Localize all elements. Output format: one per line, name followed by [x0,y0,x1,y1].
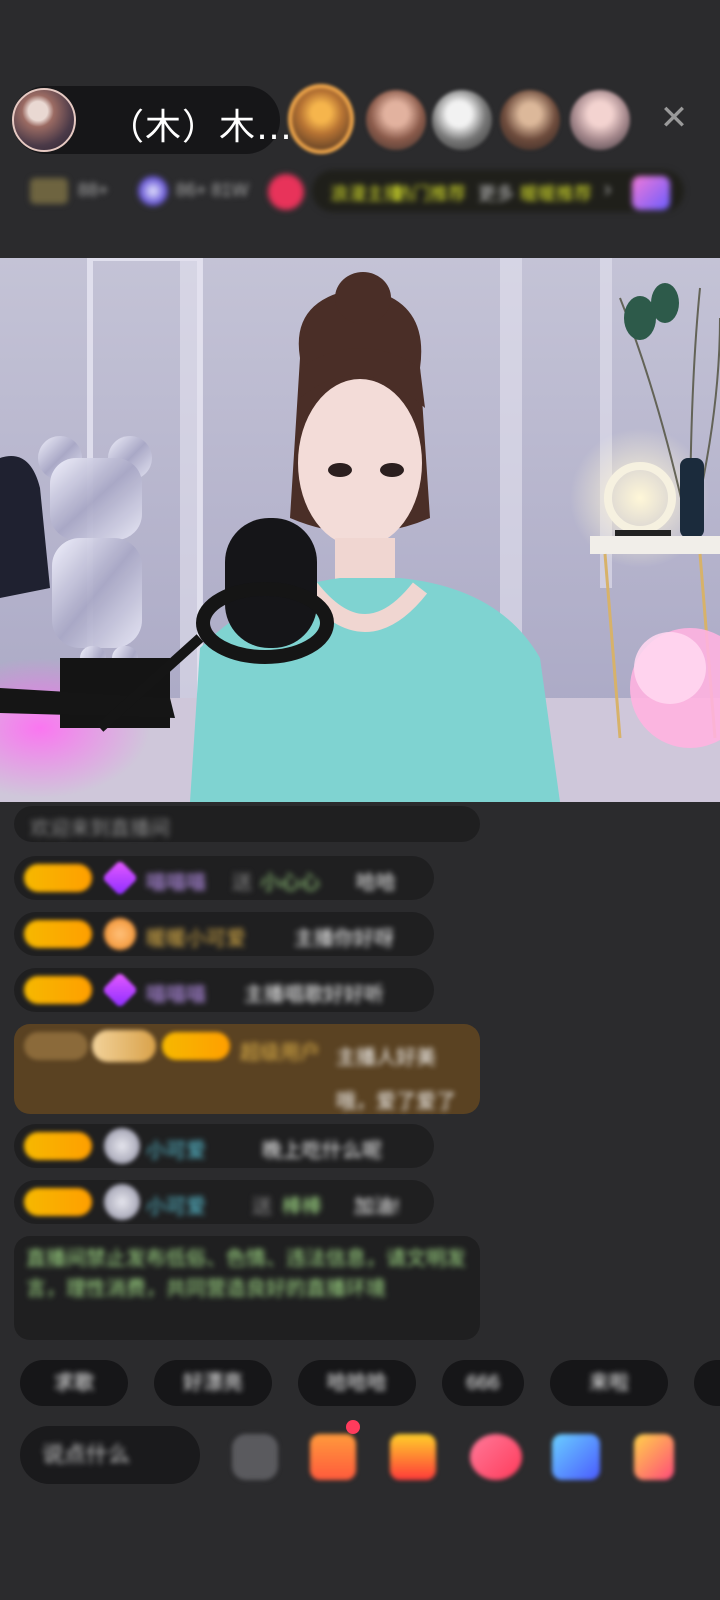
vip-badge [24,920,92,948]
chat-target: 小心心 [260,872,320,894]
orange-gem-icon [104,918,136,950]
chat-input[interactable]: 说点什么 [20,1426,200,1484]
fan-badge [24,1188,92,1216]
follow-icon[interactable] [268,174,304,210]
fan-badge [24,864,92,892]
chat-target: 棒棒 [282,1196,322,1218]
tag-3[interactable]: 更多 [478,180,514,206]
top-viewer-avatar-2[interactable] [366,90,426,150]
hot-icon [138,176,168,206]
gift-icon[interactable] [632,176,670,210]
user-avatar-icon [104,1184,140,1220]
emoji-icon[interactable] [232,1434,278,1480]
chat-text: 加油! [354,1196,400,1218]
quick-reply-chip-partial[interactable] [694,1360,720,1406]
chat-text: 主播人好美哦，爱了爱了 [336,1047,456,1113]
chat-username[interactable]: 喵喵喵 [146,866,206,895]
level-icon [24,1032,88,1060]
tag-4[interactable]: 暖暖推荐 [520,180,592,206]
top-viewer-avatar-3[interactable] [432,90,492,150]
close-icon[interactable]: ✕ [656,100,692,136]
tag-1[interactable]: 浪漫主播 [330,180,402,206]
heart-icon[interactable] [470,1434,522,1480]
chat-text: 主播唱歌好好听 [244,984,384,1006]
quick-reply-chip[interactable]: 哈哈哈 [298,1360,416,1406]
tag-2[interactable]: 热门推荐 [394,180,466,206]
chat-username[interactable]: 超级用户 [240,1036,320,1065]
host-avatar[interactable] [12,88,76,152]
chat-system-text: 欢迎来到直播间 [30,818,170,840]
chat-text: 主播你好呀 [294,928,394,950]
room-info-row: 88+ 86+ 81W 浪漫主播 热门推荐 更多 暖暖推荐 › [0,166,720,222]
announcement-text: 直播间禁止发布低俗、色情、违法信息，请文明发言，理性消费，共同营造良好的直播环境 [26,1248,466,1300]
treasure-icon[interactable] [634,1434,674,1480]
chat-action: 送 [232,872,252,894]
vip-badge [162,1032,230,1060]
rank-badge[interactable] [30,178,68,204]
host-name[interactable]: （木）木… [108,98,293,150]
hot-text: 86+ 81W [176,180,249,200]
quick-reply-chip[interactable]: 来啦 [550,1360,668,1406]
game-icon[interactable] [552,1434,600,1480]
chat-text: 哈哈 [356,872,396,894]
chat-action: 送 [252,1196,272,1218]
user-avatar-icon [104,1128,140,1164]
tag-more[interactable]: › [604,176,611,202]
quick-reply-chip[interactable]: 666 [442,1360,524,1406]
quick-reply-chip[interactable]: 求歌 [20,1360,128,1406]
rank-text: 88+ [78,180,109,200]
gift-box-icon[interactable] [310,1434,356,1480]
chat-text: 晚上吃什么呢 [262,1140,382,1162]
red-envelope-icon[interactable] [390,1434,436,1480]
chat-username[interactable]: 小可爱 [146,1190,206,1219]
live-video-stream[interactable] [0,258,720,802]
chat-username[interactable]: 暖暖小可爱 [146,922,246,951]
chat-username[interactable]: 小可爱 [146,1134,206,1163]
notification-dot [346,1420,360,1434]
top-viewer-avatar-4[interactable] [500,90,560,150]
chat-username[interactable]: 喵喵喵 [146,978,206,1007]
video-frame [0,258,720,802]
fan-badge [24,976,92,1004]
quick-reply-chip[interactable]: 好漂亮 [154,1360,272,1406]
fan-badge [24,1132,92,1160]
top-viewer-avatar-1[interactable] [288,84,354,154]
noble-badge-icon [92,1030,156,1062]
top-viewer-avatar-5[interactable] [570,90,630,150]
